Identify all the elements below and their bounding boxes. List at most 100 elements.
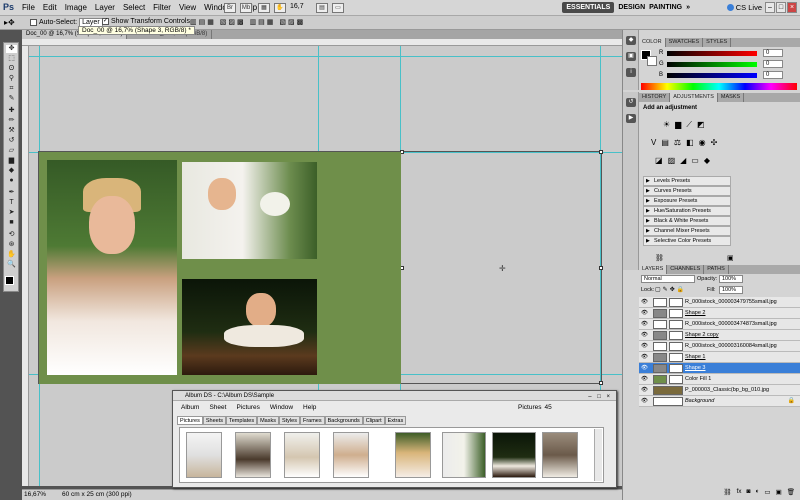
- eye-icon[interactable]: 👁: [641, 398, 648, 404]
- threshold-icon[interactable]: ◢: [680, 156, 686, 165]
- album-tab-frames[interactable]: Frames: [299, 416, 325, 425]
- album-tab-clipart[interactable]: Clipart: [362, 416, 385, 425]
- layer-row[interactable]: 👁 R_000istock_000003474873small.jpg: [639, 319, 800, 330]
- fill-input[interactable]: 100%: [719, 286, 743, 294]
- black-white-icon[interactable]: ◧: [686, 138, 694, 147]
- menu-filter[interactable]: Filter: [153, 3, 171, 12]
- quick-select-tool-icon[interactable]: ⚲: [6, 75, 17, 83]
- dodge-tool-icon[interactable]: ●: [6, 177, 17, 185]
- history-brush-tool-icon[interactable]: ↺: [6, 137, 17, 145]
- blur-tool-icon[interactable]: ◆: [6, 167, 17, 175]
- layer-row[interactable]: 👁 Shape 2: [639, 308, 800, 319]
- channel-mixer-icon[interactable]: ✣: [711, 138, 718, 147]
- eyedropper-tool-icon[interactable]: ✎: [6, 95, 17, 103]
- hand-tool-icon[interactable]: ✋: [6, 251, 17, 259]
- levels-icon[interactable]: ▆: [675, 120, 681, 130]
- b-value[interactable]: 0: [763, 71, 783, 79]
- album-menu-sheet[interactable]: Sheet: [209, 404, 226, 411]
- 3d-panel-icon[interactable]: ◆: [626, 36, 636, 45]
- foreground-color-swatch[interactable]: [5, 276, 14, 285]
- maximize-icon[interactable]: □: [776, 2, 786, 13]
- show-transform-option[interactable]: ✓ Show Transform Controls: [102, 18, 190, 25]
- album-tab-pictures[interactable]: Pictures: [177, 416, 203, 425]
- crop-tool-icon[interactable]: ⌗: [6, 85, 17, 93]
- eye-icon[interactable]: 👁: [641, 376, 648, 382]
- album-thumbnail[interactable]: [395, 432, 431, 478]
- trash-icon[interactable]: 🗑: [787, 488, 795, 498]
- eye-icon[interactable]: 👁: [641, 343, 648, 349]
- 3d-orbit-tool-icon[interactable]: ⊛: [6, 241, 17, 249]
- status-doc-size[interactable]: 60 cm x 25 cm (300 ppi): [62, 491, 132, 498]
- hue-sat-icon[interactable]: ▤: [661, 138, 669, 147]
- tab-adjustments[interactable]: ADJUSTMENTS: [670, 93, 718, 102]
- menu-file[interactable]: File: [22, 3, 35, 12]
- lock-icons[interactable]: ▢✎✥🔒: [655, 286, 686, 293]
- lasso-tool-icon[interactable]: ʘ: [6, 65, 17, 73]
- eye-icon[interactable]: 👁: [641, 354, 648, 360]
- tab-history[interactable]: HISTORY: [639, 93, 671, 102]
- adjust-options-icon[interactable]: ⛓: [655, 254, 664, 262]
- layer-row-selected[interactable]: 👁 Shape 3: [639, 363, 800, 374]
- album-menu-window[interactable]: Window: [270, 404, 293, 411]
- fx-icon[interactable]: fx: [736, 488, 741, 498]
- info-panel-icon[interactable]: i: [626, 68, 636, 77]
- layer-row[interactable]: 👁 Shape 1: [639, 352, 800, 363]
- brush-tool-icon[interactable]: ✏: [6, 117, 17, 125]
- auto-select-checkbox[interactable]: [30, 19, 37, 26]
- layer-row[interactable]: 👁 Background 🔒: [639, 396, 800, 407]
- opacity-input[interactable]: 100%: [719, 275, 743, 283]
- album-menu-help[interactable]: Help: [303, 404, 316, 411]
- transform-handle[interactable]: [599, 381, 603, 385]
- zoom-tool-icon[interactable]: 🔍: [6, 261, 17, 269]
- album-tab-templates[interactable]: Templates: [226, 416, 258, 425]
- guide-line[interactable]: [29, 56, 622, 57]
- mask-icon[interactable]: ◙: [747, 488, 751, 498]
- photo-filter-icon[interactable]: ◉: [699, 138, 706, 147]
- healing-tool-icon[interactable]: ✚: [6, 107, 17, 115]
- workspace-painting[interactable]: PAINTING: [649, 4, 682, 11]
- layer-row[interactable]: 👁 Shape 2 copy: [639, 330, 800, 341]
- curves-icon[interactable]: ⟋: [686, 120, 692, 130]
- move-tool-icon[interactable]: ✥: [6, 45, 17, 53]
- album-thumbnail[interactable]: [284, 432, 320, 478]
- brightness-icon[interactable]: ☀: [663, 120, 670, 130]
- eye-icon[interactable]: 👁: [641, 299, 648, 305]
- exposure-icon[interactable]: ◩: [697, 120, 705, 130]
- path-select-tool-icon[interactable]: ➤: [6, 209, 17, 217]
- album-tab-sheets[interactable]: Sheets: [202, 416, 226, 425]
- layer-row[interactable]: 👁 R_000istock_000003479755small.jpg: [639, 297, 800, 308]
- menu-edit[interactable]: Edit: [43, 3, 57, 12]
- menu-select[interactable]: Select: [123, 3, 145, 12]
- status-zoom[interactable]: 16,67%: [24, 491, 46, 498]
- transform-handle[interactable]: [599, 266, 603, 270]
- tab-masks[interactable]: MASKS: [718, 93, 745, 102]
- g-slider[interactable]: [667, 62, 757, 67]
- album-tab-masks[interactable]: Masks: [257, 416, 279, 425]
- bridge-icon[interactable]: Br: [224, 3, 236, 13]
- album-scrollbar[interactable]: [594, 429, 602, 481]
- menu-layer[interactable]: Layer: [95, 3, 115, 12]
- layer-row[interactable]: 👁 R_000istock_000003160084small.jpg: [639, 341, 800, 352]
- preset-levels[interactable]: Levels Presets: [643, 176, 731, 186]
- b-slider[interactable]: [667, 73, 757, 78]
- zoom-level[interactable]: 16,7: [290, 3, 304, 10]
- type-tool-icon[interactable]: T: [6, 199, 17, 207]
- layer-row[interactable]: 👁 P_000003_Classic(bp_bg_010.jpg: [639, 385, 800, 396]
- show-transform-checkbox[interactable]: ✓: [102, 18, 109, 25]
- eye-icon[interactable]: 👁: [641, 365, 648, 371]
- preset-hue-saturation[interactable]: Hue/Saturation Presets: [643, 206, 731, 216]
- preset-curves[interactable]: Curves Presets: [643, 186, 731, 196]
- close-icon[interactable]: ×: [787, 2, 797, 13]
- menu-view[interactable]: View: [179, 3, 196, 12]
- preset-channel-mixer[interactable]: Channel Mixer Presets: [643, 226, 731, 236]
- pen-tool-icon[interactable]: ✒: [6, 189, 17, 197]
- tab-channels[interactable]: CHANNELS: [667, 265, 705, 274]
- tab-styles[interactable]: STYLES: [703, 38, 732, 47]
- eye-icon[interactable]: 👁: [641, 387, 648, 393]
- align-buttons[interactable]: ▥▤▦ ▧▨▩ ▥▤▦ ▧▨▩: [190, 18, 305, 26]
- 3d-rotate-tool-icon[interactable]: ⟲: [6, 231, 17, 239]
- album-menu-pictures[interactable]: Pictures: [236, 404, 259, 411]
- color-balance-icon[interactable]: ⚖: [674, 138, 681, 147]
- album-thumbnail[interactable]: [492, 432, 536, 478]
- folder-icon[interactable]: ▭: [764, 488, 770, 498]
